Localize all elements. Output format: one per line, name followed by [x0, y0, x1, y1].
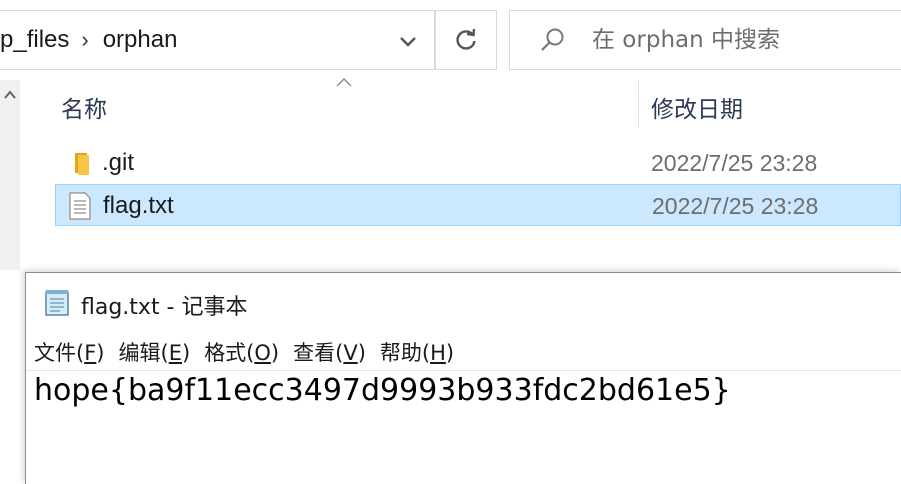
address-bar[interactable]: p_files › orphan	[0, 10, 435, 70]
refresh-button[interactable]	[435, 10, 497, 70]
scrollbar[interactable]	[0, 80, 20, 270]
breadcrumb-current[interactable]: orphan	[103, 26, 178, 54]
column-header-date[interactable]: 修改日期	[651, 90, 743, 124]
notepad-content[interactable]: hope{ba9f11ecc3497d9993b933fdc2bd61e5}	[34, 373, 731, 408]
folder-icon	[75, 153, 89, 175]
file-date: 2022/7/25 23:28	[651, 150, 818, 176]
menu-edit[interactable]: 编辑(E)	[119, 337, 191, 369]
refresh-icon	[456, 28, 476, 50]
breadcrumb-parent[interactable]: p_files	[0, 26, 69, 54]
menu-help[interactable]: 帮助(H)	[380, 337, 454, 369]
search-input[interactable]	[590, 26, 894, 54]
menu-format[interactable]: 格式(O)	[204, 337, 279, 369]
file-row-flag[interactable]: flag.txt 2022/7/25 23:28	[55, 184, 901, 226]
file-name: flag.txt	[103, 192, 174, 219]
notepad-menu-bar: 文件(F) 编辑(E) 格式(O) 查看(V) 帮助(H)	[34, 337, 468, 369]
search-icon	[541, 28, 564, 51]
notepad-window[interactable]: flag.txt - 记事本 文件(F) 编辑(E) 格式(O) 查看(V) 帮…	[25, 272, 901, 484]
file-date: 2022/7/25 23:28	[652, 193, 819, 219]
notepad-title-bar[interactable]: flag.txt - 记事本	[26, 273, 901, 333]
sort-ascending-icon	[336, 78, 352, 87]
file-name: .git	[102, 149, 135, 176]
column-header-name[interactable]: 名称	[61, 90, 107, 124]
notepad-title: flag.txt - 记事本	[81, 295, 248, 320]
chevron-down-icon[interactable]	[396, 29, 420, 53]
file-row-git[interactable]: .git 2022/7/25 23:28	[55, 142, 901, 184]
notepad-text-area[interactable]: hope{ba9f11ecc3497d9993b933fdc2bd61e5}	[26, 370, 901, 484]
menu-view[interactable]: 查看(V)	[293, 337, 366, 369]
column-divider[interactable]	[638, 80, 639, 128]
search-box[interactable]	[509, 10, 901, 70]
text-file-icon	[69, 192, 91, 220]
scroll-up-icon[interactable]	[2, 88, 18, 102]
notepad-icon	[45, 290, 69, 316]
menu-file[interactable]: 文件(F)	[34, 337, 105, 369]
chevron-right-icon[interactable]: ›	[81, 27, 88, 53]
